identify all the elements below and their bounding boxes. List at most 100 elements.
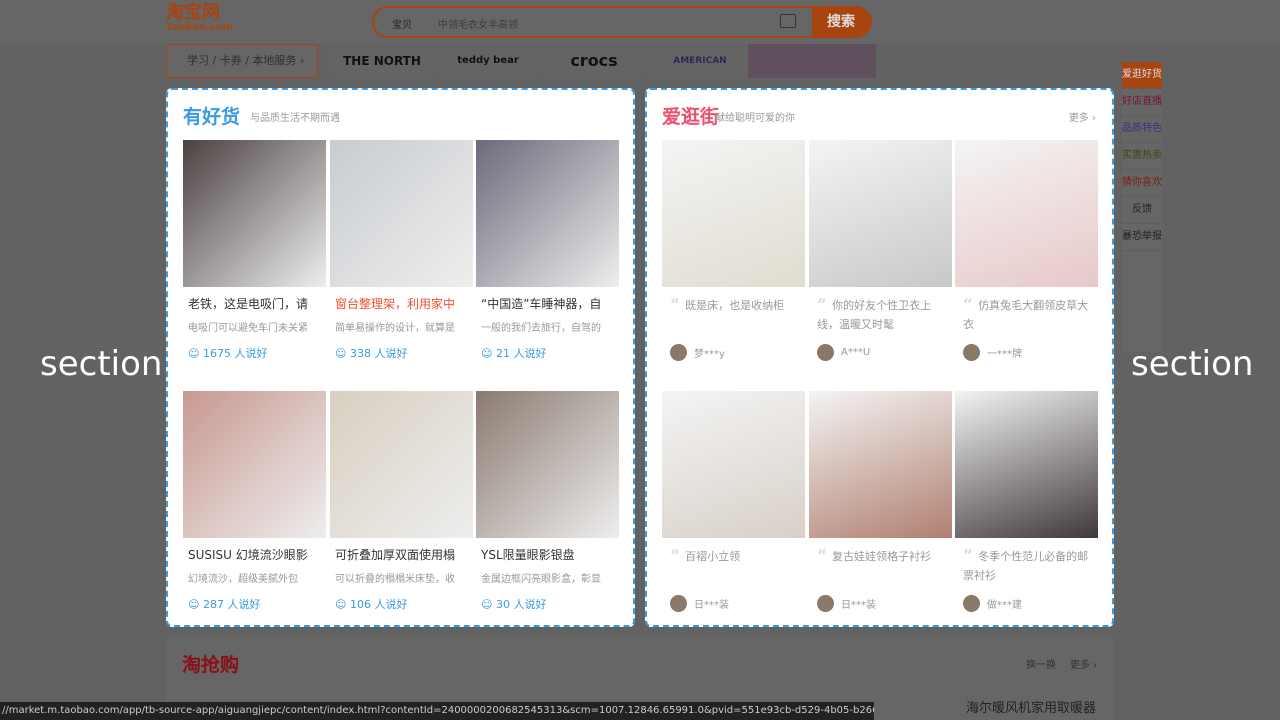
avatar: [817, 595, 834, 612]
quote-text: “ 仿真兔毛大翻领皮草大衣: [963, 295, 1089, 331]
product-card[interactable]: 可折叠加厚双面使用榻 可以折叠的榻榻米床垫，收 ☺ 106 人说好: [330, 391, 473, 611]
like-count: ☺ 1675 人说好: [188, 347, 268, 360]
like-count: ☺ 338 人说好: [335, 347, 408, 360]
status-bar-url: //market.m.taobao.com/app/tb-source-app/…: [0, 702, 874, 720]
section-subtitle: 献给聪明可爱的你: [715, 113, 795, 124]
product-card[interactable]: “ 既是床，也是收纳柜 梦***y: [662, 140, 805, 361]
search-category-select[interactable]: 宝贝: [392, 16, 412, 31]
product-desc: 可以折叠的榻榻米床垫，收: [335, 574, 455, 585]
product-image[interactable]: [330, 391, 473, 538]
product-desc: 一般的我们去旅行，自驾的: [481, 323, 601, 334]
sidebar-item[interactable]: 实惠热卖: [1122, 143, 1162, 170]
sidebar-item[interactable]: 暴恐举报: [1122, 224, 1162, 251]
banner-ad[interactable]: [748, 44, 876, 78]
product-card[interactable]: “ 冬季个性范儿必备的邮票衬衫 做***建: [955, 391, 1098, 612]
brand-logo[interactable]: THE NORTH FACE: [330, 44, 434, 102]
product-image[interactable]: [476, 391, 619, 538]
like-count: ☺ 106 人说好: [335, 598, 408, 611]
user-info: 一***牌: [963, 344, 1022, 361]
quote-text: “ 复古娃娃领格子衬衫: [817, 546, 932, 564]
avatar: [963, 595, 980, 612]
product-title[interactable]: YSL限量眼影银盘: [481, 546, 619, 563]
product-title[interactable]: 老铁，这是电吸门，请: [188, 295, 326, 312]
product-title[interactable]: “中国造”车睡神器，自: [481, 295, 619, 312]
more-link[interactable]: 更多 ›: [1069, 109, 1096, 124]
product-desc: 电吸门可以避免车门未关紧: [188, 323, 308, 334]
quote-icon: “: [670, 295, 686, 313]
brand-logo[interactable]: AMERICAN TOURISTER: [648, 44, 752, 100]
taobao-logo[interactable]: 淘宝网 Taobao.com: [166, 4, 233, 34]
section-label: section: [1131, 344, 1254, 384]
product-image[interactable]: [955, 391, 1098, 538]
avatar: [817, 344, 834, 361]
camera-icon[interactable]: [780, 14, 796, 28]
quote-icon: “: [817, 295, 833, 313]
sidebar-item[interactable]: 好店直播: [1122, 89, 1162, 116]
brand-logo[interactable]: teddy bear: [436, 44, 540, 78]
section-title: 爱逛街: [662, 106, 720, 128]
quote-text: “ 百褶小立领: [670, 546, 741, 564]
product-image[interactable]: [662, 140, 805, 287]
product-card[interactable]: “ 你的好友个性卫衣上线，温暖又时髦 A***U: [809, 140, 952, 361]
section-subtitle: 与品质生活不期而遇: [250, 113, 340, 124]
product-image[interactable]: [955, 140, 1098, 287]
product-card[interactable]: SUSISU 幻境流沙眼影 幻境流沙，超级美腻外包 ☺ 287 人说好: [183, 391, 326, 611]
quote-icon: “: [817, 546, 833, 564]
quote-text: “ 冬季个性范儿必备的邮票衬衫: [963, 546, 1089, 582]
user-info: 日***装: [817, 595, 876, 612]
product-title[interactable]: SUSISU 幻境流沙眼影: [188, 546, 326, 563]
product-card[interactable]: “ 百褶小立领 日***装: [662, 391, 805, 612]
sidebar-nav: 爱逛好货 好店直播 品质特色 实惠热卖 猜你喜欢 反馈 暴恐举报: [1122, 62, 1162, 352]
product-card[interactable]: “ 复古娃娃领格子衬衫 日***装: [809, 391, 952, 612]
product-image[interactable]: [809, 140, 952, 287]
section-label: section: [40, 344, 163, 384]
search-button[interactable]: 搜索: [812, 8, 870, 36]
product-card[interactable]: “ 仿真兔毛大翻领皮草大衣 一***牌: [955, 140, 1098, 361]
search-input[interactable]: 中领毛衣女半高领: [438, 16, 518, 31]
sidebar-item[interactable]: 爱逛好货: [1122, 62, 1162, 89]
refresh-link[interactable]: 换一换: [1026, 656, 1056, 671]
section-youhaohuo: 有好货 与品质生活不期而遇 老铁，这是电吸门，请 电吸门可以避免车门未关紧 ☺ …: [166, 88, 635, 627]
product-image[interactable]: [662, 391, 805, 538]
quote-text: “ 既是床，也是收纳柜: [670, 295, 785, 313]
product-image[interactable]: [183, 391, 326, 538]
user-info: A***U: [817, 344, 870, 361]
service-link[interactable]: 学习 / 卡券 / 本地服务 ›: [166, 44, 318, 78]
product-desc: 简单易操作的设计，就算是: [335, 323, 455, 334]
product-image[interactable]: [183, 140, 326, 287]
avatar: [670, 595, 687, 612]
product-image[interactable]: [809, 391, 952, 538]
quote-text: “ 你的好友个性卫衣上线，温暖又时髦: [817, 295, 932, 331]
sidebar-item[interactable]: 反馈: [1122, 197, 1162, 224]
avatar: [670, 344, 687, 361]
user-info: 梦***y: [670, 344, 725, 361]
avatar: [963, 344, 980, 361]
section-title: 有好货: [183, 106, 241, 128]
product-card[interactable]: 窗台整理架，利用家中 简单易操作的设计，就算是 ☺ 338 人说好: [330, 140, 473, 360]
quote-icon: “: [670, 546, 686, 564]
product-desc: 幻境流沙，超级美腻外包: [188, 574, 298, 585]
product-title[interactable]: 海尔暖风机家用取暖器: [966, 697, 1096, 716]
sidebar-item[interactable]: 品质特色: [1122, 116, 1162, 143]
product-card[interactable]: “中国造”车睡神器，自 一般的我们去旅行，自驾的 ☺ 21 人说好: [476, 140, 619, 360]
bottom-title: 淘抢购: [182, 654, 240, 676]
product-card[interactable]: 老铁，这是电吸门，请 电吸门可以避免车门未关紧 ☺ 1675 人说好: [183, 140, 326, 360]
brand-logo[interactable]: crocs: [542, 44, 646, 78]
section-aiguangjie: 爱逛街 献给聪明可爱的你 更多 › “ 既是床，也是收纳柜 梦***y “ 你的…: [645, 88, 1114, 627]
product-title[interactable]: 窗台整理架，利用家中: [335, 295, 473, 312]
user-info: 做***建: [963, 595, 1022, 612]
quote-icon: “: [963, 546, 979, 564]
product-image[interactable]: [476, 140, 619, 287]
product-card[interactable]: YSL限量眼影银盘 金属边框闪亮眼影盒，彰显 ☺ 30 人说好: [476, 391, 619, 611]
like-count: ☺ 287 人说好: [188, 598, 261, 611]
more-link[interactable]: 更多 ›: [1070, 656, 1097, 671]
quote-icon: “: [963, 295, 979, 313]
like-count: ☺ 21 人说好: [481, 347, 547, 360]
product-desc: 金属边框闪亮眼影盒，彰显: [481, 574, 601, 585]
like-count: ☺ 30 人说好: [481, 598, 547, 611]
user-info: 日***装: [670, 595, 729, 612]
product-title[interactable]: 可折叠加厚双面使用榻: [335, 546, 473, 563]
sidebar-item[interactable]: 猜你喜欢: [1122, 170, 1162, 197]
product-image[interactable]: [330, 140, 473, 287]
search-bar: 宝贝 中领毛衣女半高领 搜索: [372, 6, 872, 38]
